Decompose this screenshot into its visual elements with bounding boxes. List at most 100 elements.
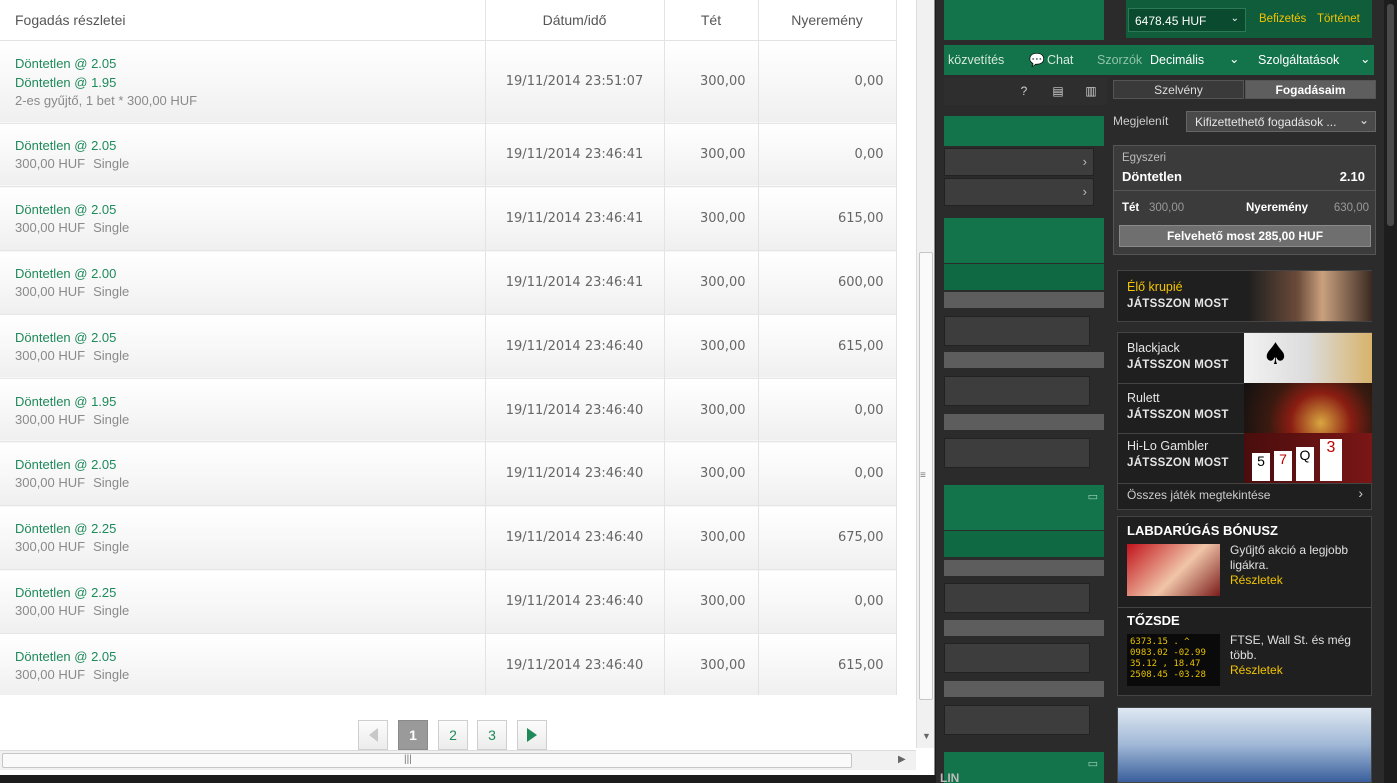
history-link[interactable]: Történet xyxy=(1317,13,1360,25)
horizontal-scrollbar[interactable]: ||| ▶ xyxy=(0,750,916,770)
bet-stake: 300,00 xyxy=(664,40,759,124)
odds-row[interactable] xyxy=(944,438,1090,468)
nav-broadcast[interactable]: közvetítés xyxy=(948,53,1004,67)
scroll-right-arrow-icon[interactable]: ▶ xyxy=(898,754,906,765)
header-winnings: Nyeremény xyxy=(758,0,897,41)
help-icon[interactable]: ? xyxy=(1015,84,1033,100)
table-row[interactable]: Döntetlen @ 2.05 300,00 HUF Single 19/11/20… xyxy=(0,314,897,379)
bottom-text: LIN xyxy=(940,771,960,783)
table-row[interactable]: Döntetlen @ 2.25 300,00 HUF Single 19/11/20… xyxy=(0,505,897,571)
bet-selection[interactable]: Döntetlen @ 2.05 xyxy=(15,136,485,155)
odds-row[interactable] xyxy=(944,376,1090,406)
bet-selection[interactable]: Döntetlen @ 1.95 xyxy=(15,73,485,92)
table-row[interactable]: Döntetlen @ 1.95 300,00 HUF Single 19/11/20… xyxy=(0,378,897,443)
divider-bar xyxy=(944,620,1104,636)
divider-bar xyxy=(944,352,1104,368)
balance-value: 6478.45 HUF xyxy=(1135,14,1207,28)
bet-selection[interactable]: Döntetlen @ 2.25 xyxy=(15,583,485,602)
bet-datetime: 19/11/2014 23:46:40 xyxy=(485,505,665,571)
odds-row[interactable] xyxy=(944,643,1090,673)
page-button-3[interactable]: 3 xyxy=(477,720,507,750)
vertical-scrollbar[interactable]: ≡ ▼ xyxy=(916,0,934,748)
horizontal-scroll-thumb[interactable] xyxy=(2,753,852,768)
nav-chat[interactable]: Chat xyxy=(1047,53,1073,67)
chevron-right-icon: › xyxy=(1082,184,1087,199)
bet-stake: 300,00 xyxy=(664,123,759,188)
bet-selection[interactable]: Döntetlen @ 1.95 xyxy=(15,392,485,411)
spade-icon: ♠ xyxy=(1262,337,1289,372)
header-details: Fogadás részletei xyxy=(0,0,486,41)
table-row[interactable]: Döntetlen @ 2.05 Döntetlen @ 1.95 2-es gyű… xyxy=(0,40,897,124)
bet-subtext: 2-es gyűjtő, 1 bet * 300,00 HUF xyxy=(15,92,485,110)
bet-selection[interactable]: Döntetlen @ 2.00 xyxy=(15,264,485,283)
football-bonus-title: LABDARÚGÁS BÓNUSZ xyxy=(1127,523,1278,538)
card-icon: 3 xyxy=(1320,439,1342,481)
bet-winnings: 675,00 xyxy=(758,505,897,571)
roulette-title[interactable]: Rulett xyxy=(1127,391,1160,405)
header-green-block xyxy=(944,0,1104,40)
football-bonus-link[interactable]: Részletek xyxy=(1230,573,1283,587)
bet-amount: 300,00 HUF xyxy=(15,411,86,427)
table-row[interactable]: Döntetlen @ 2.00 300,00 HUF Single 19/11/20… xyxy=(0,250,897,315)
table-row[interactable]: Döntetlen @ 2.05 300,00 HUF Single 19/11/20… xyxy=(0,441,897,507)
balance-dropdown[interactable]: 6478.45 HUF ⌄ xyxy=(1128,8,1246,32)
odds-row[interactable] xyxy=(944,583,1090,613)
page-button-2[interactable]: 2 xyxy=(438,720,468,750)
arrow-right-icon xyxy=(527,728,537,742)
roulette-cta[interactable]: JÁTSSZON MOST xyxy=(1127,409,1229,421)
bar-chart-icon[interactable]: ▥ xyxy=(1082,84,1100,100)
bet-details-cell: Döntetlen @ 2.25 300,00 HUF Single xyxy=(0,505,486,571)
bet-selection[interactable]: Döntetlen @ 2.25 xyxy=(15,519,485,538)
scroll-down-arrow-icon[interactable]: ▼ xyxy=(922,731,931,741)
stock-link[interactable]: Részletek xyxy=(1230,663,1283,677)
bet-selection[interactable]: Döntetlen @ 2.05 xyxy=(15,328,485,347)
tab-my-bets[interactable]: Fogadásaim xyxy=(1245,80,1376,99)
table-row[interactable]: Döntetlen @ 2.05 300,00 HUF Single 19/11/20… xyxy=(0,123,897,188)
deposit-link[interactable]: Befizetés xyxy=(1259,13,1306,25)
bet-type: Egyszeri xyxy=(1122,152,1167,164)
page-button-1[interactable]: 1 xyxy=(398,720,428,750)
hilo-cta[interactable]: JÁTSSZON MOST xyxy=(1127,457,1229,469)
page-scrollbar[interactable] xyxy=(1384,0,1397,783)
bet-selection[interactable]: Döntetlen @ 2.05 xyxy=(15,54,485,73)
page-scroll-thumb[interactable] xyxy=(1387,4,1394,226)
table-row[interactable]: Döntetlen @ 2.05 300,00 HUF Single 19/11/20… xyxy=(0,186,897,252)
bet-details-cell: Döntetlen @ 2.05 300,00 HUF Single xyxy=(0,186,486,252)
document-icon[interactable]: ▤ xyxy=(1049,84,1067,100)
bet-selection[interactable]: Döntetlen @ 2.05 xyxy=(15,455,485,474)
table-row[interactable]: Döntetlen @ 2.05 300,00 HUF Single 19/11/20… xyxy=(0,633,897,695)
cashout-button[interactable]: Felvehető most 285,00 HUF xyxy=(1119,225,1371,247)
chevron-down-icon: ⌄ xyxy=(1358,113,1369,127)
chat-icon[interactable]: 💬 xyxy=(1029,53,1045,68)
bet-amount: 300,00 HUF xyxy=(15,666,86,682)
tab-betslip[interactable]: Szelvény xyxy=(1113,80,1244,99)
bet-stake: 300,00 xyxy=(664,569,759,634)
stake-value: 300,00 xyxy=(1149,202,1185,214)
chevron-down-icon[interactable]: ⌄ xyxy=(1229,51,1239,66)
divider xyxy=(1114,190,1375,191)
all-games-link[interactable]: Összes játék megtekintése xyxy=(1127,488,1270,502)
show-filter-select[interactable]: Kifizettethető fogadások ... ⌄ xyxy=(1186,111,1376,132)
blackjack-title[interactable]: Blackjack xyxy=(1127,341,1180,355)
live-dealer-promo[interactable]: Élő krupié JÁTSSZON MOST xyxy=(1117,270,1372,322)
bet-selection[interactable]: Döntetlen @ 2.05 xyxy=(15,200,485,219)
player-banner[interactable] xyxy=(1117,707,1372,783)
hilo-title[interactable]: Hi-Lo Gambler xyxy=(1127,439,1208,453)
bet-amount: 300,00 HUF xyxy=(15,220,86,236)
bet-type: Single xyxy=(93,347,130,363)
chevron-down-icon[interactable]: ⌄ xyxy=(1360,51,1370,66)
next-page-button[interactable] xyxy=(517,720,547,750)
nav-services[interactable]: Szolgáltatások xyxy=(1258,53,1339,67)
nav-odds-value[interactable]: Decimális xyxy=(1150,53,1204,67)
grip-icon: ||| xyxy=(404,754,412,765)
market-row[interactable]: › xyxy=(944,148,1094,176)
blackjack-cta[interactable]: JÁTSSZON MOST xyxy=(1127,359,1229,371)
odds-row[interactable] xyxy=(944,705,1090,735)
prev-page-button[interactable] xyxy=(358,720,388,750)
odds-row[interactable] xyxy=(944,316,1090,346)
market-row[interactable]: › xyxy=(944,178,1094,206)
bet-stake: 300,00 xyxy=(664,441,759,507)
bet-selection[interactable]: Döntetlen @ 2.05 xyxy=(15,647,485,666)
chevron-right-icon[interactable]: › xyxy=(1358,485,1363,501)
table-row[interactable]: Döntetlen @ 2.25 300,00 HUF Single 19/11/20… xyxy=(0,569,897,634)
